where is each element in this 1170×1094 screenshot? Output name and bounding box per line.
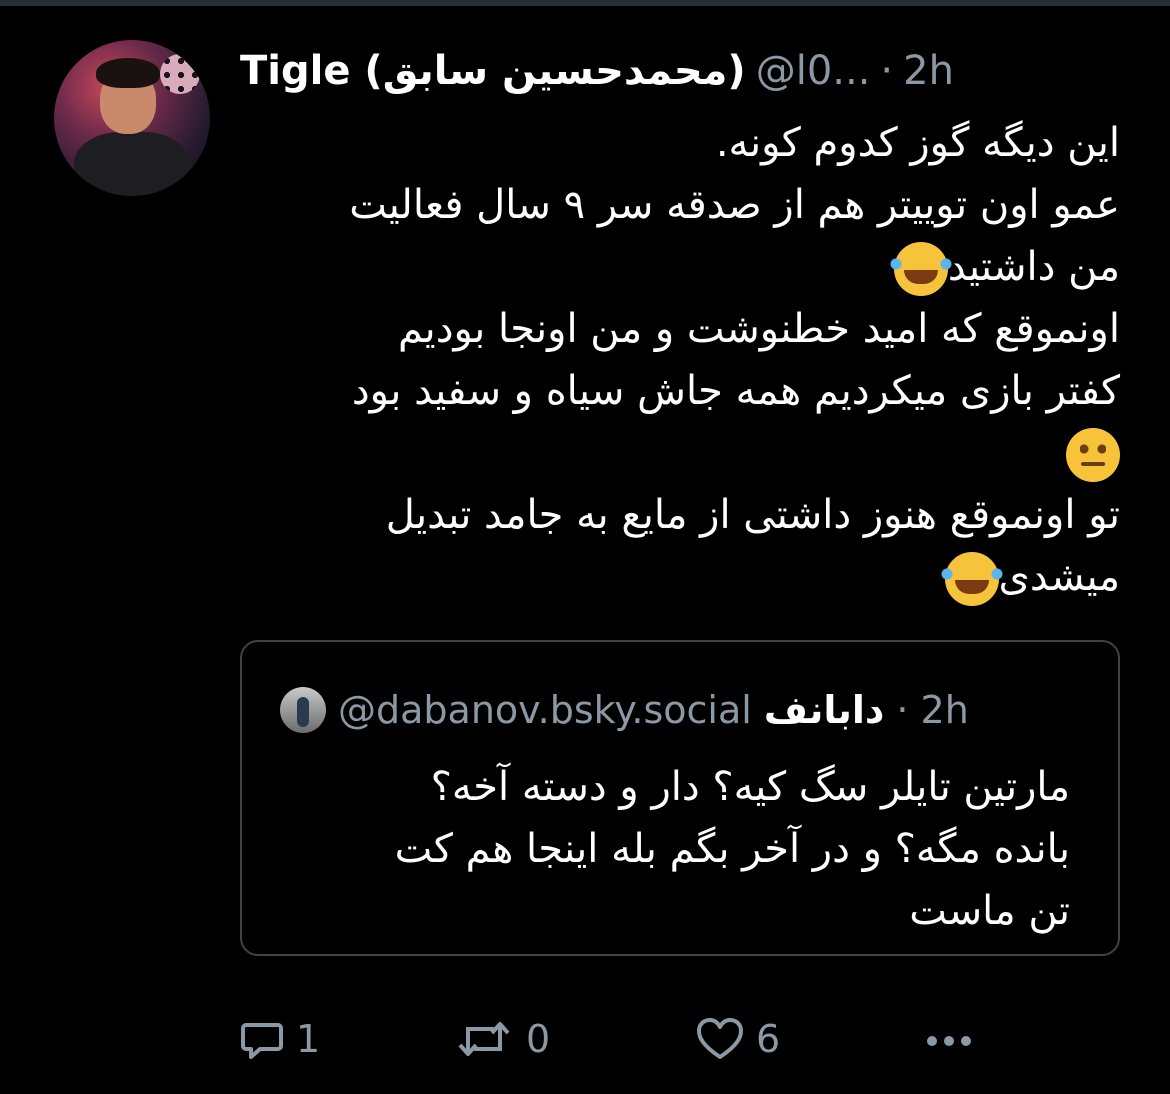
like-count: 6	[756, 1017, 781, 1061]
post-line: اونموقع که امید خطنوشت و من اونجا بودیم	[397, 306, 1120, 352]
avatar-background-decor	[160, 54, 200, 94]
avatar-figure-body	[74, 132, 190, 196]
top-divider	[0, 0, 1170, 6]
post-line: میشدی	[240, 546, 1120, 608]
reply-icon	[241, 1023, 283, 1059]
quoted-author-handle: @dabanov.bsky.social	[338, 688, 752, 732]
quoted-author-name: دابانف	[763, 688, 885, 732]
repost-count: 0	[526, 1017, 551, 1061]
face-with-tears-of-joy-icon	[889, 242, 952, 296]
post-body: این دیگه گوز کدوم کونه. عمو اون توییتر ه…	[240, 112, 1120, 608]
post-actions: 1 0 6	[240, 1014, 980, 1064]
more-options-button[interactable]	[924, 1014, 974, 1064]
quoted-header-separator: ·	[896, 688, 909, 732]
neutral-face-icon	[1066, 428, 1120, 482]
repost-icon	[458, 1022, 510, 1056]
post-timestamp[interactable]: 2h	[903, 48, 954, 94]
quoted-post-line: بانده مگه؟ و در آخر بگم بله اینجا هم کت	[394, 826, 1070, 872]
header-separator: ·	[880, 48, 894, 94]
quoted-post-timestamp: 2h	[920, 688, 969, 732]
reply-count: 1	[296, 1017, 321, 1061]
like-button[interactable]: 6	[696, 1014, 780, 1064]
avatar-figure-hair	[96, 58, 160, 88]
quoted-author-avatar[interactable]	[280, 687, 326, 733]
post-line	[240, 422, 1120, 484]
quoted-post[interactable]: @dabanov.bsky.social دابانف · 2h مارتین …	[240, 640, 1120, 956]
post-line: کفتر بازی میکردیم همه جاش سیاه و سفید بو…	[351, 368, 1120, 414]
quoted-post-line: تن ماست	[909, 888, 1070, 934]
quoted-post-header: @dabanov.bsky.social دابانف · 2h	[280, 687, 969, 733]
post-line: تو اونموقع هنوز داشتی از مایع به جامد تب…	[385, 492, 1120, 538]
post-line-text: میشدی	[998, 554, 1120, 600]
author-handle[interactable]: @l0...	[756, 48, 871, 94]
post-header: Tigle (محمدحسین سابق) @l0... · 2h	[240, 46, 954, 96]
more-options-icon	[927, 1036, 971, 1046]
heart-icon	[697, 1018, 743, 1059]
author-avatar[interactable]	[54, 40, 210, 196]
face-with-tears-of-joy-icon	[940, 552, 1003, 606]
post-line-text: من داشتید	[947, 244, 1120, 290]
post-line: عمو اون توییتر هم از صدقه سر ۹ سال فعالی…	[349, 182, 1120, 228]
quoted-post-line: مارتین تایلر سگ کیه؟ دار و دسته آخه؟	[430, 764, 1070, 810]
quoted-post-body: مارتین تایلر سگ کیه؟ دار و دسته آخه؟ بان…	[280, 756, 1070, 942]
repost-button[interactable]: 0	[454, 1014, 550, 1064]
post-line: این دیگه گوز کدوم کونه.	[715, 120, 1120, 166]
reply-button[interactable]: 1	[240, 1014, 320, 1064]
post-line: من داشتید	[240, 236, 1120, 298]
author-name[interactable]: Tigle (محمدحسین سابق)	[240, 48, 746, 94]
